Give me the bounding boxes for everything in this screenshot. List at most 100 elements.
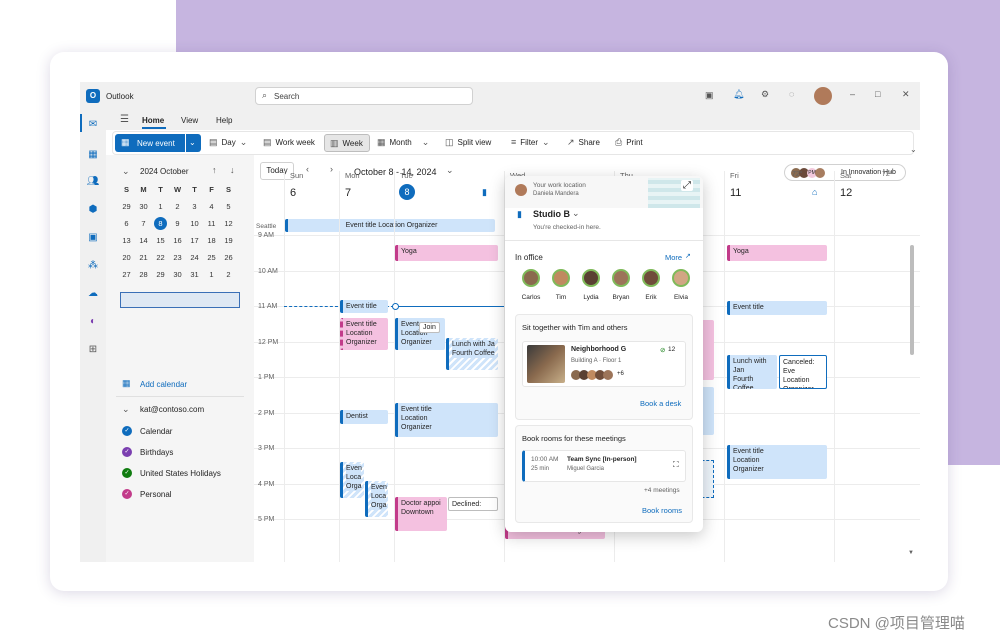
person-item[interactable]: Tim [547,269,575,305]
meet-now-icon[interactable]: ▣ [705,91,714,100]
mini-calendar-day[interactable]: 16 [169,232,186,249]
scrollbar[interactable] [910,245,914,355]
mini-calendar-day[interactable]: 2 [169,198,186,215]
book-rooms-link[interactable]: Book rooms [642,506,682,515]
mini-calendar-day[interactable]: 23 [169,249,186,266]
split-view-button[interactable]: ◫ Split view [445,138,491,148]
ribbon-collapse-icon[interactable]: ⌄ [910,146,917,154]
collapse-icon[interactable]: ⌄ [122,167,130,176]
loop-icon[interactable]: ◐ [86,314,100,328]
calendar-list-item[interactable]: ✓ United States Holidays [120,467,250,488]
maximize-icon[interactable]: □ [875,90,880,99]
event-mon-3pm-a[interactable]: Even Loca Orga [340,462,364,498]
chevron-down-icon[interactable]: ⌄ [189,138,196,147]
work-week-button[interactable]: ▤ Work week [263,138,315,148]
location-name[interactable]: Studio B [533,209,570,219]
mini-calendar-day[interactable]: 29 [118,198,135,215]
scroll-down-icon[interactable]: ▼ [908,550,914,556]
mini-calendar-day[interactable]: 20 [118,249,135,266]
join-button[interactable]: Join [419,322,440,333]
mini-calendar-day[interactable]: 4 [203,198,220,215]
mini-calendar-day[interactable]: 19 [220,232,237,249]
mini-calendar-day[interactable]: 1 [152,198,169,215]
event-dentist[interactable]: Dentist [340,410,388,424]
event-fri-2pm[interactable]: Event title Location Organizer [727,445,827,479]
mini-calendar-day[interactable]: 25 [203,249,220,266]
print-button[interactable]: ⎙ Print [615,138,643,148]
mini-calendar-day[interactable]: 29 [152,266,169,283]
todo-icon[interactable]: ▣ [86,230,100,244]
mini-calendar-day[interactable]: 13 [118,232,135,249]
mini-calendar-day[interactable]: 22 [152,249,169,266]
event-fri-10am[interactable]: Event title [727,301,827,315]
gear-icon[interactable]: ⚙ [761,90,769,99]
new-event-button[interactable]: ▦ New event ⌄ [115,134,201,152]
more-link[interactable]: More [665,253,682,262]
add-calendar-icon[interactable]: ▦ [122,379,131,388]
event-mon-11am[interactable]: Event title Location Organizer [340,318,388,350]
org-icon[interactable]: ⁂ [86,258,100,272]
expand-icon[interactable]: ⤢ [681,180,693,191]
mini-calendar-day[interactable]: 11 [203,215,220,232]
apps-icon[interactable]: ⊞ [86,342,100,356]
search-input[interactable]: ⌕ Search [255,87,473,105]
avatar[interactable] [814,87,832,105]
calendar-list-item[interactable]: ✓ Birthdays [120,446,250,467]
day-button[interactable]: ▤ Day ⌄ [209,138,247,148]
mini-calendar-day[interactable]: 2 [220,266,237,283]
lightbulb-icon[interactable]: ◌ [789,90,794,99]
event-doctor[interactable]: Doctor appoi Downtown [395,497,447,531]
person-item[interactable]: Bryan [607,269,635,305]
event-tue-lunch[interactable]: Lunch with Ja Fourth Coffee [446,338,498,370]
neighborhood-card[interactable]: Neighborhood G Building A · Floor 1 ⊘ 12… [522,341,686,387]
close-icon[interactable]: ✕ [902,90,910,99]
tab-home[interactable]: Home [142,116,164,125]
more-meetings[interactable]: +4 meetings [644,487,680,494]
person-item[interactable]: Elvia [667,269,695,305]
event-fri-lunch[interactable]: Lunch with Jan Fourth Coffee [727,355,777,389]
people-icon[interactable]: 👥︎ [86,174,100,188]
calendar-list-item[interactable]: ✓ Calendar [120,425,250,446]
mini-calendar-day[interactable]: 3 [186,198,203,215]
mini-calendar-day[interactable]: 15 [152,232,169,249]
arrow-up-icon[interactable]: ↑ [212,166,217,175]
share-button[interactable]: ↗ Share [567,138,600,148]
mini-calendar-day[interactable]: 30 [135,198,152,215]
mini-calendar-day[interactable]: 14 [135,232,152,249]
mini-calendar-day[interactable]: 7 [135,215,152,232]
event-mon-3pm-b[interactable]: Even Loca Orga [365,481,388,517]
mini-calendar-day[interactable]: 27 [118,266,135,283]
mini-calendar-day[interactable]: 24 [186,249,203,266]
event-declined[interactable]: Declined: Eve [448,497,498,511]
mini-calendar-day[interactable]: 9 [169,215,186,232]
minimize-icon[interactable]: – [850,90,855,99]
onedrive-icon[interactable]: ☁ [86,286,100,300]
mini-calendar-day[interactable]: 12 [220,215,237,232]
week-button[interactable]: ▥ Week [324,134,370,152]
event-fri-canceled[interactable]: Canceled: Eve LocationOrganizer [779,355,827,389]
meeting-item[interactable]: 10:00 AM 25 min Team Sync [In-person] Mi… [522,450,686,482]
bell-icon[interactable]: 🔔︎ [733,90,744,99]
calendar-list-item[interactable]: ✓ Personal [120,488,250,509]
mini-calendar-day[interactable]: 18 [203,232,220,249]
month-button[interactable]: ▦ Month ⌄ [377,138,429,148]
arrow-down-icon[interactable]: ↓ [230,166,235,175]
mini-calendar-day[interactable]: 26 [220,249,237,266]
event-tue-130pm[interactable]: Event title Location Organizer [395,403,498,437]
groups-icon[interactable]: ⬢ [86,202,100,216]
mini-calendar-day[interactable]: 31 [186,266,203,283]
mini-calendar-day[interactable]: 10 [186,215,203,232]
mini-calendar-day[interactable]: 6 [118,215,135,232]
filter-button[interactable]: ≡ Filter ⌄ [511,138,550,148]
mini-calendar-day[interactable]: 17 [186,232,203,249]
person-item[interactable]: Carlos [517,269,545,305]
calendar-icon[interactable]: ▦ [86,147,100,161]
mail-icon[interactable]: ✉ [86,117,100,131]
tab-help[interactable]: Help [216,116,232,125]
event-yoga-fri[interactable]: Yoga [727,245,827,261]
mini-calendar-day[interactable]: 5 [220,198,237,215]
add-calendar-link[interactable]: Add calendar [140,380,187,389]
hamburger-icon[interactable]: ☰ [120,115,129,125]
mini-calendar-day[interactable]: 8 [152,215,169,232]
mini-calendar-day[interactable]: 30 [169,266,186,283]
